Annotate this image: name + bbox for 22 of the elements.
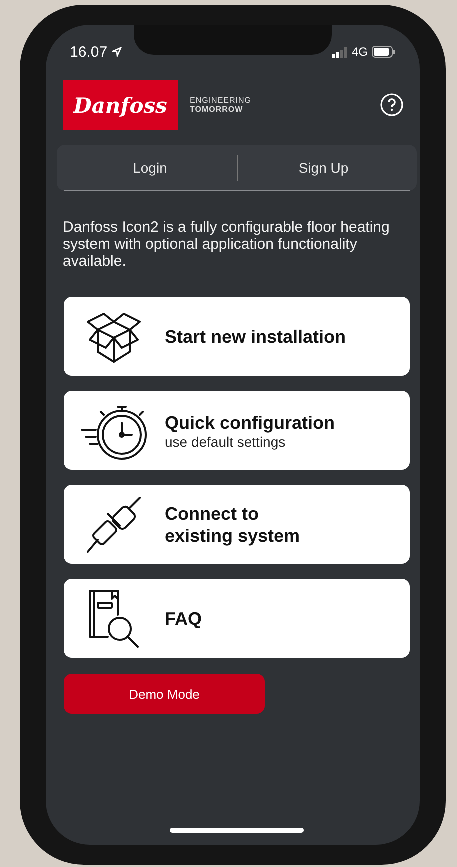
tagline-text: TOMORROW bbox=[190, 105, 244, 114]
status-time: 16.07 bbox=[70, 44, 108, 60]
location-arrow-icon bbox=[112, 47, 122, 57]
card-title: FAQ bbox=[165, 608, 202, 630]
network-label: 4G bbox=[352, 45, 368, 59]
action-card[interactable]: Connect to existing system bbox=[64, 485, 410, 564]
action-card[interactable]: Quick configuration use default settings bbox=[64, 391, 410, 470]
card-subtitle: use default settings bbox=[165, 434, 287, 450]
action-card[interactable]: FAQ bbox=[64, 579, 410, 658]
description-text: Danfoss Icon2 is a fully configurable floor heating system with optional application functionality available. bbox=[63, 219, 391, 270]
card-title: Start new installation bbox=[165, 326, 346, 348]
auth-tab[interactable]: Login bbox=[64, 152, 236, 184]
card-title: Quick configuration bbox=[165, 412, 336, 434]
action-card[interactable]: Start new installation bbox=[64, 297, 410, 376]
card-title: Connect to existing system bbox=[165, 502, 300, 546]
brand-logo: Danfoss bbox=[63, 80, 178, 130]
help-icon[interactable] bbox=[380, 93, 404, 117]
demo-mode-button[interactable]: Demo Mode bbox=[64, 674, 265, 714]
battery-icon bbox=[372, 46, 396, 58]
tagline-text: ENGINEERING bbox=[190, 96, 252, 105]
signal-icon bbox=[332, 46, 348, 58]
auth-tab[interactable]: Sign Up bbox=[238, 152, 410, 184]
